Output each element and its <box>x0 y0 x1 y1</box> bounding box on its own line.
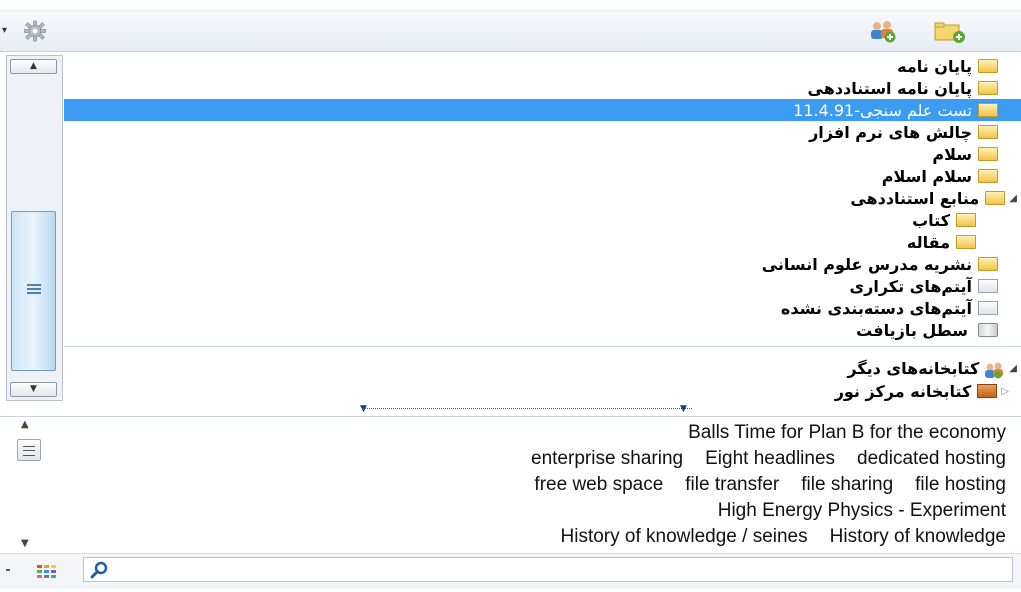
duplicate-items-icon <box>978 279 998 293</box>
tree-item-label: کتاب <box>912 210 950 230</box>
folder-icon <box>978 147 998 161</box>
collections-toolbar: ▾ <box>0 11 1021 52</box>
tag-row: High Energy Physics - Experiment <box>718 500 1006 526</box>
folder-icon <box>978 103 998 117</box>
tree-item-label: نشریه مدرس علوم انسانی <box>761 254 972 274</box>
tag[interactable]: file transfer <box>685 474 779 500</box>
splitter-arrow-icon: ▼ <box>680 404 687 414</box>
group-library-item[interactable]: ▷ کتابخانه مرکز نور <box>835 380 1009 402</box>
tree-item-label: مقاله <box>906 232 950 252</box>
tag-row: enterprise sharing Eight headlines dedicat… <box>531 448 1006 474</box>
chevron-up-icon: ▲ <box>30 61 37 71</box>
group-library-item[interactable]: ◢ کتابخانه‌های دیگر <box>847 357 1017 379</box>
tree-item[interactable]: کتاب <box>912 209 976 231</box>
tree-item-label: منابع استناددهی <box>850 188 980 208</box>
tree-item-label: سطل بازیافت <box>856 320 968 340</box>
tag[interactable]: file sharing <box>801 474 893 500</box>
tag-search-bar <box>0 553 1021 589</box>
scroll-thumb[interactable] <box>17 439 41 461</box>
tag[interactable]: High Energy Physics - Experiment <box>718 500 1006 526</box>
tree-item-label: آیتم‌های دسته‌بندی نشده <box>780 298 972 318</box>
folder-icon <box>978 59 998 73</box>
folder-icon <box>978 257 998 271</box>
scroll-up-button[interactable]: ▲ <box>10 59 57 74</box>
search-icon <box>90 561 110 579</box>
tag-selector: ▲ ▼ Balls Time for Plan B for the econom… <box>0 417 1021 553</box>
tag-row: Balls Time for Plan B for the economy <box>688 422 1006 448</box>
expand-toggle-icon[interactable]: ▷ <box>1001 386 1009 397</box>
folder-icon <box>956 235 976 249</box>
scroll-down-button[interactable]: ▼ <box>10 382 57 397</box>
tag[interactable]: dedicated hosting <box>857 448 1006 474</box>
tree-item-label: تست علم سنجی-11.4.91 <box>793 100 972 120</box>
tag-row: History of knowledge / seines History of … <box>561 526 1007 552</box>
tree-item-label: سلام <box>932 144 972 164</box>
tree-item[interactable]: سطل بازیافت <box>856 319 998 341</box>
collapse-toggle-icon[interactable]: ◢ <box>1009 363 1017 374</box>
pane-splitter[interactable]: ▼ ▼ <box>0 404 1021 417</box>
chevron-up-icon[interactable]: ▲ <box>21 419 29 430</box>
splitter-arrow-icon: ▼ <box>360 404 367 414</box>
grip-icon <box>27 284 41 294</box>
tag-colors-icon[interactable] <box>36 563 58 579</box>
tree-item[interactable]: آیتم‌های تکراری <box>849 275 998 297</box>
splitter-grip <box>362 408 692 409</box>
tree-scrollbar[interactable]: ▲ ▼ <box>6 55 63 401</box>
tags-scrollbar[interactable]: ▲ ▼ <box>17 419 43 549</box>
tree-item[interactable]: ◢ منابع استناددهی <box>850 187 1017 209</box>
dropdown-arrow-icon[interactable]: ▾ <box>2 25 7 36</box>
chevron-down-icon: ▼ <box>30 384 37 394</box>
folder-icon <box>956 213 976 227</box>
tree-item[interactable]: مقاله <box>907 231 976 253</box>
tree-item[interactable]: تست علم سنجی-11.4.91 <box>64 99 1021 121</box>
tree-item[interactable]: پایان نامه استناددهی <box>808 77 998 99</box>
window-top-edge <box>0 0 1021 11</box>
tree-item[interactable]: آیتم‌های دسته‌بندی نشده <box>781 297 998 319</box>
tree-item[interactable]: سلام <box>932 143 998 165</box>
library-icon <box>977 384 998 398</box>
tree-item-label: پایان نامه استناددهی <box>807 78 972 98</box>
tag[interactable]: free web space <box>534 474 663 500</box>
trash-icon <box>978 323 998 337</box>
tag-row: free web space file transfer file sharing f… <box>534 474 1006 500</box>
gear-icon[interactable] <box>20 19 50 43</box>
tag[interactable]: History of knowledge <box>830 526 1006 552</box>
tree-item[interactable]: چالش های نرم افزار <box>809 121 998 143</box>
tag-search-input[interactable] <box>83 557 1013 582</box>
tree-item-label: سلام اسلام <box>881 166 972 186</box>
tag[interactable]: Balls Time for Plan B for the economy <box>688 422 1006 448</box>
tag[interactable]: enterprise sharing <box>531 448 683 474</box>
chevron-down-icon[interactable]: ▼ <box>21 538 29 549</box>
divider <box>6 569 10 571</box>
group-library-label: کتابخانه‌های دیگر <box>847 358 980 378</box>
tree-item-label: چالش های نرم افزار <box>809 122 972 142</box>
tree-item-label: پایان نامه <box>897 56 972 76</box>
group-library-label: کتابخانه مرکز نور <box>834 381 972 401</box>
group-libraries-icon <box>985 361 1005 379</box>
tag[interactable]: file hosting <box>915 474 1006 500</box>
tree-item-label: آیتم‌های تکراری <box>849 276 972 296</box>
collections-tree: ▲ ▼ پایان نامه پایان نامه استناددهی تست عل… <box>0 52 1021 404</box>
tree-divider <box>64 346 1021 347</box>
folder-icon <box>978 125 998 139</box>
unfiled-items-icon <box>978 301 998 315</box>
new-group-icon[interactable] <box>868 18 898 44</box>
tree-item[interactable]: نشریه مدرس علوم انسانی <box>762 253 998 275</box>
folder-icon <box>978 81 998 95</box>
expand-toggle-icon[interactable]: ◢ <box>1009 193 1017 204</box>
new-collection-icon[interactable] <box>933 20 967 44</box>
scroll-thumb[interactable] <box>11 211 56 371</box>
tag[interactable]: History of knowledge / seines <box>561 526 808 552</box>
folder-icon <box>985 191 1006 205</box>
tag[interactable]: Eight headlines <box>705 448 835 474</box>
folder-icon <box>978 169 998 183</box>
tree-item[interactable]: سلام اسلام <box>882 165 998 187</box>
tree-item[interactable]: پایان نامه <box>897 55 998 77</box>
